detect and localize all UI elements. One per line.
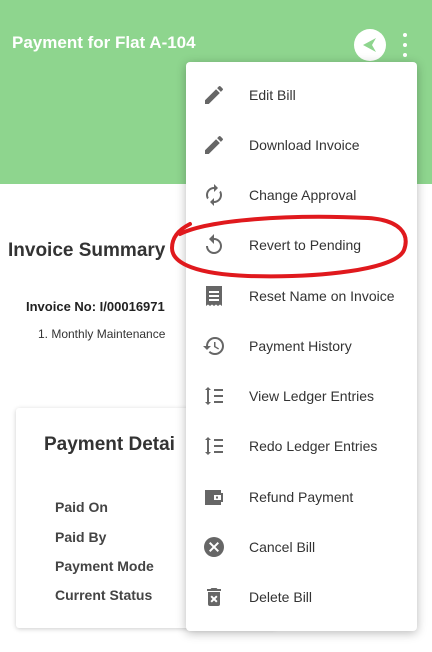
invoice-number: Invoice No: I/00016971 <box>26 299 165 314</box>
menu-item-edit-bill[interactable]: Edit Bill <box>186 70 417 120</box>
back-arrow-icon <box>363 38 376 52</box>
payment-details-title: Payment Detai <box>44 434 175 455</box>
pencil-icon <box>205 85 224 104</box>
menu-item-label: Reset Name on Invoice <box>249 288 395 304</box>
trash-icon <box>207 588 221 606</box>
history-icon <box>203 337 224 355</box>
payment-mode-label: Payment Mode <box>55 558 154 574</box>
menu-item-change-approval[interactable]: Change Approval <box>186 170 417 220</box>
page-title: Payment for Flat A-104 <box>12 33 196 52</box>
menu-item-label: Payment History <box>249 338 352 354</box>
menu-item-label: Edit Bill <box>249 87 296 103</box>
menu-item-label: Download Invoice <box>249 137 360 153</box>
menu-item-label: Cancel Bill <box>249 539 316 555</box>
menu-item-payment-history[interactable]: Payment History <box>186 321 417 371</box>
wallet-icon <box>205 490 223 505</box>
paid-by-label: Paid By <box>55 529 107 545</box>
list-item: 1. Monthly Maintenance <box>38 327 166 341</box>
undo-icon <box>206 234 222 254</box>
menu-item-label: Change Approval <box>249 187 357 203</box>
cancel-circle-icon <box>204 537 224 557</box>
pencil-icon <box>205 135 224 154</box>
menu-item-revert-to-pending[interactable]: Revert to Pending <box>186 220 417 270</box>
menu-item-label: Refund Payment <box>249 489 354 505</box>
menu-item-label: Revert to Pending <box>249 237 362 253</box>
menu-item-label: Redo Ledger Entries <box>249 438 378 454</box>
options-menu: Edit Bill Download Invoice Change Approv… <box>186 62 417 631</box>
menu-item-download-invoice[interactable]: Download Invoice <box>186 120 417 170</box>
menu-item-label: View Ledger Entries <box>249 388 375 404</box>
menu-item-redo-ledger-entries[interactable]: Redo Ledger Entries <box>186 421 417 471</box>
menu-item-refund-payment[interactable]: Refund Payment <box>186 472 417 522</box>
menu-item-view-ledger-entries[interactable]: View Ledger Entries <box>186 371 417 421</box>
receipt-icon <box>206 286 222 306</box>
menu-item-delete-bill[interactable]: Delete Bill <box>186 572 417 622</box>
menu-item-reset-name-on-invoice[interactable]: Reset Name on Invoice <box>186 271 417 321</box>
invoice-summary-title: Invoice Summary <box>8 240 166 261</box>
refresh-icon <box>206 184 222 206</box>
back-button[interactable] <box>354 29 386 61</box>
sort-list-icon <box>205 387 223 405</box>
paid-on-label: Paid On <box>55 499 108 515</box>
sort-list-icon <box>205 437 223 455</box>
menu-item-cancel-bill[interactable]: Cancel Bill <box>186 522 417 572</box>
menu-item-label: Delete Bill <box>249 589 313 605</box>
current-status-label: Current Status <box>55 587 153 603</box>
more-options-icon[interactable] <box>398 33 412 57</box>
